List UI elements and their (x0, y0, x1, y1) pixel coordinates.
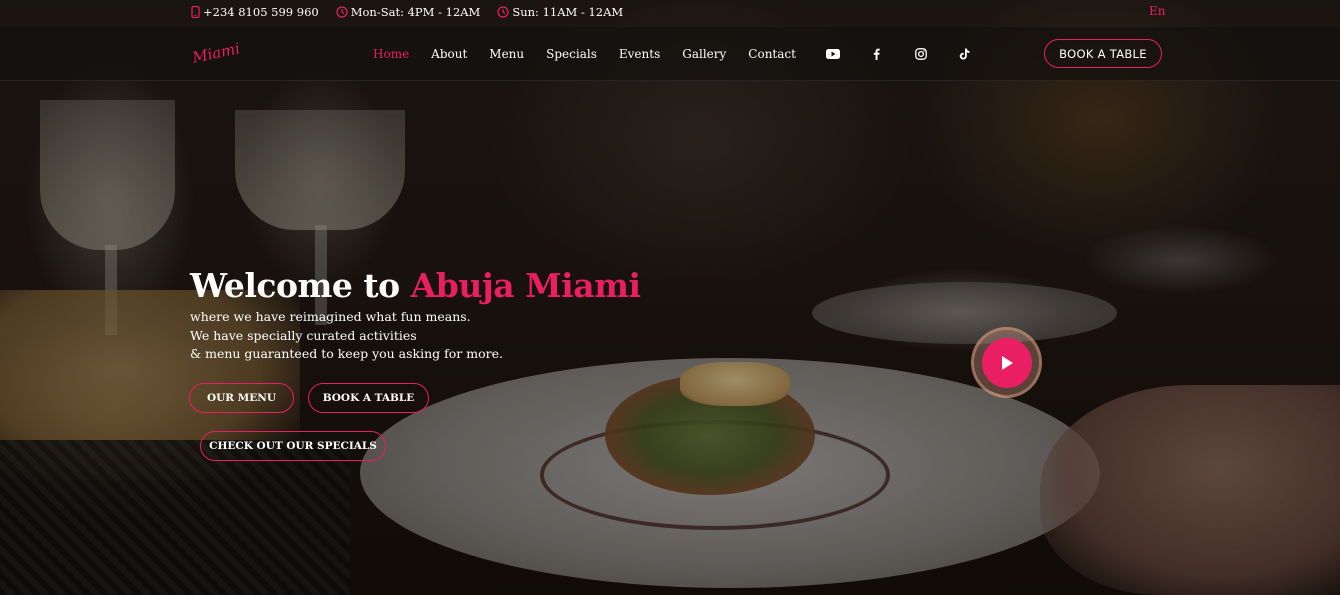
weekday-hours: Mon-Sat: 4PM - 12AM (336, 5, 481, 19)
play-icon (1001, 355, 1013, 370)
top-info-bar: +234 8105 599 960 Mon-Sat: 4PM - 12AM Su… (0, 0, 1340, 24)
language-switcher[interactable]: En (1149, 4, 1166, 18)
nav-link-specials[interactable]: Specials (546, 47, 597, 61)
hero-line: & menu guaranteed to keep you asking for… (190, 346, 503, 361)
nav-menu: Home About Menu Specials Events Gallery … (373, 27, 998, 81)
hero-description: where we have reimagined what fun means.… (190, 308, 503, 364)
nav-link-contact[interactable]: Contact (748, 47, 796, 61)
hero-title: Welcome to Abuja Miami (190, 266, 641, 305)
play-button-circle (981, 337, 1032, 388)
sunday-hours: Sun: 11AM - 12AM (497, 5, 623, 19)
nav-link-gallery[interactable]: Gallery (682, 47, 726, 61)
hero-line: where we have reimagined what fun means. (190, 309, 471, 324)
social-links (822, 43, 998, 65)
tiktok-icon[interactable] (954, 43, 976, 65)
youtube-icon[interactable] (822, 43, 844, 65)
weekday-hours-text: Mon-Sat: 4PM - 12AM (350, 5, 481, 19)
hero-title-prefix: Welcome to (190, 266, 400, 305)
nav-link-menu[interactable]: Menu (489, 47, 524, 61)
clock-icon (497, 6, 509, 18)
hero-title-brand: Abuja Miami (410, 266, 641, 305)
nav-link-events[interactable]: Events (619, 47, 660, 61)
instagram-icon[interactable] (910, 43, 932, 65)
nav-link-about[interactable]: About (431, 47, 467, 61)
our-menu-button[interactable]: OUR MENU (189, 383, 294, 413)
hero-line: We have specially curated activities (190, 327, 417, 343)
phone-icon (191, 6, 200, 18)
site-logo[interactable]: Miami (191, 39, 242, 67)
specials-button[interactable]: CHECK OUT OUR SPECIALS (200, 431, 386, 461)
nav-link-home[interactable]: Home (373, 47, 409, 61)
phone-info[interactable]: +234 8105 599 960 (191, 5, 319, 19)
phone-number: +234 8105 599 960 (203, 5, 319, 19)
video-play-button[interactable] (971, 327, 1042, 398)
main-navbar: Miami Home About Menu Specials Events Ga… (0, 27, 1340, 81)
book-table-nav-button[interactable]: BOOK A TABLE (1044, 39, 1162, 68)
book-table-button[interactable]: BOOK A TABLE (308, 383, 429, 413)
contact-info: +234 8105 599 960 Mon-Sat: 4PM - 12AM Su… (191, 5, 640, 19)
sunday-hours-text: Sun: 11AM - 12AM (512, 5, 624, 19)
facebook-icon[interactable] (866, 43, 888, 65)
clock-icon (336, 6, 348, 18)
